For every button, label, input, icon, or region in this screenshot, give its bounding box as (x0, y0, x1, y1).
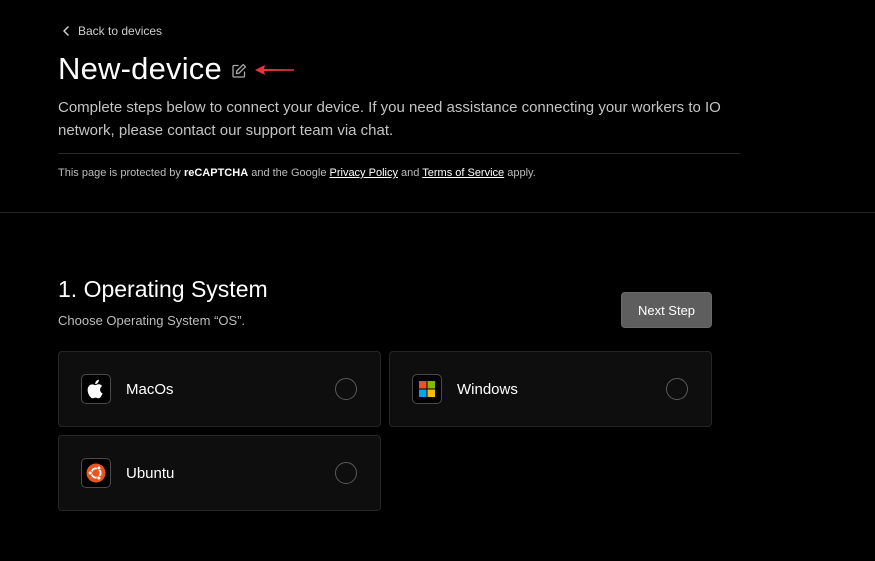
radio-ubuntu[interactable] (335, 462, 357, 484)
edit-icon[interactable] (231, 63, 247, 79)
chevron-left-icon (63, 26, 69, 36)
radio-macos[interactable] (335, 378, 357, 400)
recaptcha-middle: and the Google (248, 167, 330, 179)
title-row: New-device (58, 50, 295, 88)
step-title: 1. Operating System (58, 276, 268, 302)
os-option-macos[interactable]: MacOs (58, 351, 381, 427)
os-option-windows[interactable]: Windows (389, 351, 712, 427)
recaptcha-brand: reCAPTCHA (183, 167, 249, 179)
os-option-ubuntu[interactable]: Ubuntu (58, 435, 381, 511)
recaptcha-and: and (397, 167, 423, 179)
os-label-ubuntu: Ubuntu (126, 464, 175, 482)
section-divider (0, 212, 875, 213)
recaptcha-prefix: This page is protected by (58, 167, 184, 179)
os-label-windows: Windows (457, 380, 518, 398)
os-label-macos: MacOs (126, 380, 174, 398)
ubuntu-icon (81, 458, 111, 488)
privacy-policy-link[interactable]: Privacy Policy (330, 167, 398, 179)
apple-icon (81, 374, 111, 404)
recaptcha-suffix: apply. (504, 167, 536, 179)
recaptcha-notice: This page is protected by reCAPTCHA and … (58, 166, 536, 181)
annotation-arrow-icon (254, 65, 294, 75)
windows-icon (412, 374, 442, 404)
back-to-devices-link[interactable]: Back to devices (62, 22, 162, 40)
page: Back to devices New-device Complete step… (0, 0, 875, 561)
step-subtitle: Choose Operating System “OS”. (58, 313, 246, 328)
page-title: New-device (58, 51, 222, 86)
radio-windows[interactable] (666, 378, 688, 400)
page-description: Complete steps below to connect your dev… (58, 99, 721, 139)
back-link-label: Back to devices (78, 24, 163, 38)
header-divider (58, 153, 740, 154)
terms-of-service-link[interactable]: Terms of Service (422, 167, 504, 179)
next-step-button[interactable]: Next Step (621, 292, 712, 328)
